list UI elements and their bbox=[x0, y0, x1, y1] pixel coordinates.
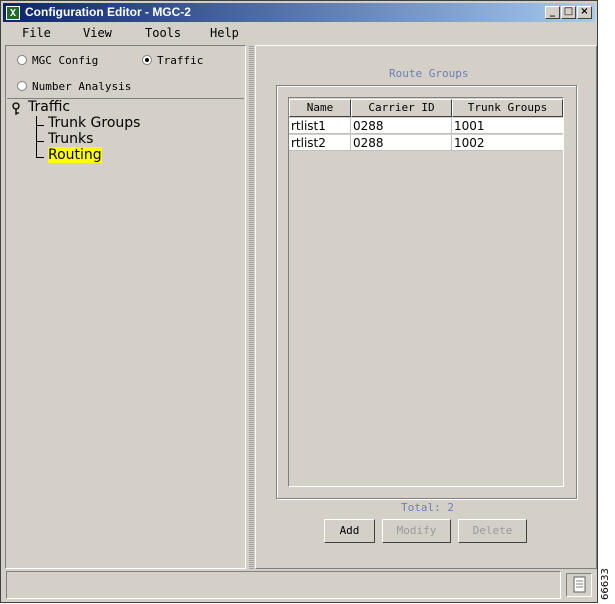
minimize-button[interactable]: _ bbox=[545, 6, 560, 19]
cell-carrier-id[interactable]: 0288 bbox=[351, 135, 452, 151]
status-message-field bbox=[6, 571, 561, 599]
tree-connector bbox=[36, 116, 37, 158]
maximize-button[interactable]: □ bbox=[561, 6, 576, 19]
route-groups-title: Route Groups bbox=[389, 67, 469, 80]
radio-button-icon[interactable] bbox=[17, 55, 27, 65]
title-bar[interactable]: X Configuration Editor - MGC-2 _ □ × bbox=[3, 3, 595, 22]
navigation-panel: MGC Config Traffic Number Analysis Traff… bbox=[5, 45, 246, 569]
splitter-handle[interactable] bbox=[249, 45, 254, 569]
radio-button-icon[interactable] bbox=[142, 55, 152, 65]
add-button[interactable]: Add bbox=[324, 519, 375, 543]
menu-tools[interactable]: Tools bbox=[145, 26, 181, 40]
cell-carrier-id[interactable]: 0288 bbox=[351, 118, 452, 134]
radio-label: Traffic bbox=[157, 54, 204, 67]
table-row[interactable]: rtlist1 0288 1001 bbox=[289, 118, 563, 134]
modify-button[interactable]: Modify bbox=[382, 519, 451, 543]
tree-node-key-icon[interactable] bbox=[11, 102, 23, 116]
menu-file[interactable]: File bbox=[22, 26, 51, 40]
tree-connector bbox=[36, 125, 44, 126]
tree-node-trunks[interactable]: Trunks bbox=[48, 131, 93, 147]
table-row[interactable]: rtlist2 0288 1002 bbox=[289, 135, 563, 151]
total-count: Total: 2 bbox=[401, 501, 454, 514]
radio-label: MGC Config bbox=[32, 54, 99, 67]
document-icon bbox=[573, 576, 586, 593]
tree-connector bbox=[36, 141, 44, 142]
tree-node-traffic[interactable]: Traffic bbox=[28, 99, 70, 115]
log-button[interactable] bbox=[566, 573, 592, 597]
close-button[interactable]: × bbox=[577, 6, 592, 19]
window-title: Configuration Editor - MGC-2 bbox=[25, 5, 191, 19]
tree-node-trunk-groups[interactable]: Trunk Groups bbox=[48, 115, 140, 131]
cell-name[interactable]: rtlist1 bbox=[289, 118, 351, 134]
status-bar bbox=[6, 571, 594, 599]
column-header-carrier-id[interactable]: Carrier ID bbox=[351, 99, 452, 117]
radio-label: Number Analysis bbox=[32, 80, 132, 93]
menu-bar: File View Tools Help bbox=[1, 23, 597, 43]
route-groups-table bbox=[288, 97, 564, 487]
cell-trunk-groups[interactable]: 1001 bbox=[452, 118, 563, 134]
tree-connector bbox=[36, 157, 44, 158]
traffic-tree: Traffic Trunk Groups Trunks Routing bbox=[7, 98, 244, 568]
figure-number: 66633 bbox=[600, 568, 611, 600]
configuration-editor-window: X Configuration Editor - MGC-2 _ □ × Fil… bbox=[0, 0, 598, 603]
radio-button-icon[interactable] bbox=[17, 81, 27, 91]
cell-trunk-groups[interactable]: 1002 bbox=[452, 135, 563, 151]
tree-node-routing[interactable]: Routing bbox=[48, 147, 102, 163]
app-icon: X bbox=[6, 6, 20, 20]
column-header-trunk-groups[interactable]: Trunk Groups bbox=[452, 99, 563, 117]
cell-name[interactable]: rtlist2 bbox=[289, 135, 351, 151]
delete-button[interactable]: Delete bbox=[458, 519, 527, 543]
menu-view[interactable]: View bbox=[83, 26, 112, 40]
menu-help[interactable]: Help bbox=[210, 26, 239, 40]
column-header-name[interactable]: Name bbox=[289, 99, 351, 117]
